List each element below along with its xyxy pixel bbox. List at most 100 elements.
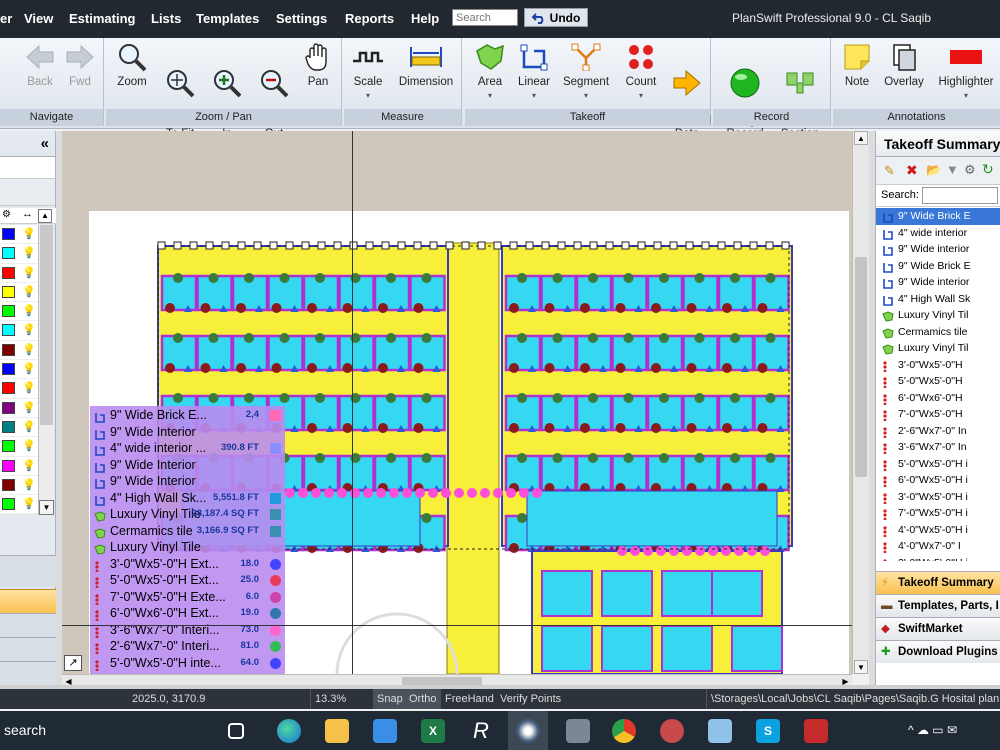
- layer-row[interactable]: 💡: [0, 302, 38, 322]
- takeoff-item[interactable]: 6'-0"Wx6'-0"H: [876, 390, 1000, 407]
- layer-row[interactable]: 💡: [0, 418, 38, 438]
- takeoff-item[interactable]: 3'-0"Wx5'-0"H: [876, 357, 1000, 374]
- undo-button[interactable]: Undo: [524, 8, 588, 27]
- takeoff-item[interactable]: 9" Wide interior: [876, 241, 1000, 258]
- bulb-icon[interactable]: 💡: [22, 246, 36, 259]
- file-explorer-icon[interactable]: [325, 719, 349, 743]
- properties-icon[interactable]: ✎: [884, 163, 895, 179]
- bulb-icon[interactable]: 💡: [22, 420, 36, 433]
- verify-points-toggle[interactable]: Verify Points: [496, 689, 565, 709]
- layer-row[interactable]: 💡: [0, 399, 38, 418]
- layer-color-swatch[interactable]: [2, 498, 15, 511]
- bulb-icon[interactable]: 💡: [22, 343, 36, 356]
- snap-toggle[interactable]: Snap: [373, 689, 407, 709]
- layer-color-swatch[interactable]: [2, 420, 15, 433]
- planswift-icon[interactable]: [516, 719, 540, 743]
- layer-row[interactable]: 💡: [0, 225, 38, 245]
- layer-color-swatch[interactable]: [2, 440, 15, 453]
- menu-templates[interactable]: Templates: [196, 11, 259, 26]
- takeoff-item[interactable]: 3'-6"Wx7'-0" In: [876, 439, 1000, 456]
- menu-file[interactable]: er: [0, 11, 12, 26]
- layer-row[interactable]: 💡: [0, 360, 38, 380]
- pan-button[interactable]: Pan: [298, 40, 338, 89]
- takeoff-item[interactable]: 4" wide interior: [876, 225, 1000, 242]
- layer-scrollbar[interactable]: ▼: [38, 225, 54, 515]
- collapse-panel-button[interactable]: «: [41, 135, 49, 152]
- filter-icon[interactable]: ▼: [946, 162, 959, 177]
- bulb-icon[interactable]: 💡: [22, 459, 36, 472]
- menu-estimating[interactable]: Estimating: [69, 11, 135, 26]
- resize-icon[interactable]: ↔: [22, 208, 33, 220]
- layer-row[interactable]: 💡: [0, 244, 38, 264]
- freehand-toggle[interactable]: FreeHand: [441, 689, 498, 709]
- bulb-icon[interactable]: 💡: [22, 227, 36, 240]
- layer-row[interactable]: 💡: [0, 457, 38, 476]
- layer-color-swatch[interactable]: [2, 228, 15, 240]
- layer-row[interactable]: 💡: [0, 495, 38, 515]
- takeoff-item[interactable]: Luxury Vinyl Til: [876, 340, 1000, 357]
- skype-icon[interactable]: S: [756, 719, 780, 743]
- note-button[interactable]: Note: [837, 40, 877, 89]
- acrobat-icon[interactable]: [804, 719, 828, 743]
- menu-help[interactable]: Help: [411, 11, 439, 26]
- layer-color-swatch[interactable]: [2, 382, 15, 395]
- chrome-icon[interactable]: [612, 719, 636, 743]
- layer-row[interactable]: 💡: [0, 476, 38, 496]
- excel-icon[interactable]: X: [421, 719, 445, 743]
- takeoff-item[interactable]: 5'-0"Wx5'-0"H: [876, 373, 1000, 390]
- accordion-takeoff-summary[interactable]: ⚡ Takeoff Summary: [876, 571, 1000, 594]
- bulb-icon[interactable]: 💡: [22, 323, 36, 336]
- linear-button[interactable]: Linear ▾: [513, 40, 555, 102]
- bulb-icon[interactable]: 💡: [22, 266, 36, 279]
- panel-search-input[interactable]: [922, 187, 998, 204]
- bulb-icon[interactable]: 💡: [22, 439, 36, 452]
- layer-row[interactable]: 💡: [0, 341, 38, 361]
- takeoff-item[interactable]: 3'-0"Wx5'-0"H i: [876, 489, 1000, 506]
- mail-icon[interactable]: [373, 719, 397, 743]
- scale-button[interactable]: Scale ▾: [348, 40, 388, 102]
- system-tray-icons[interactable]: ^ ☁ ▭ ✉: [908, 723, 957, 737]
- search-input[interactable]: [452, 9, 518, 26]
- layer-color-swatch[interactable]: [2, 401, 15, 414]
- takeoff-item[interactable]: 9" Wide Brick E: [876, 258, 1000, 275]
- bulb-icon[interactable]: 💡: [22, 401, 36, 414]
- layer-row[interactable]: 💡: [0, 437, 38, 457]
- layer-color-swatch[interactable]: [2, 478, 15, 491]
- bulb-icon[interactable]: 💡: [22, 381, 36, 394]
- dimension-button[interactable]: Dimension: [394, 40, 458, 89]
- takeoff-item[interactable]: 9" Wide interior: [876, 274, 1000, 291]
- vertical-scrollbar[interactable]: ▲ ▼: [852, 131, 869, 674]
- layer-color-swatch[interactable]: [2, 459, 15, 472]
- bulb-icon[interactable]: 💡: [22, 497, 36, 510]
- plan-canvas[interactable]: 9" Wide Brick E... 2,4 9" Wide Interior 4" …: [62, 131, 852, 674]
- bulb-icon[interactable]: 💡: [22, 285, 36, 298]
- bulb-icon[interactable]: 💡: [22, 478, 36, 491]
- menu-reports[interactable]: Reports: [345, 11, 394, 26]
- layer-color-swatch[interactable]: [2, 266, 15, 279]
- accordion-swiftmarket[interactable]: ◆ SwiftMarket: [876, 617, 1000, 640]
- edge-browser-icon[interactable]: [277, 719, 301, 743]
- takeoff-item[interactable]: 2'-6"Wx7'-0" In: [876, 423, 1000, 440]
- refresh-icon[interactable]: ↻: [982, 161, 994, 178]
- takeoff-item[interactable]: 5'-0"Wx5'-0"H i: [876, 456, 1000, 473]
- calculator-icon[interactable]: [566, 719, 590, 743]
- layer-row[interactable]: 💡: [0, 379, 38, 399]
- bulb-icon[interactable]: 💡: [22, 362, 36, 375]
- scroll-down-button[interactable]: ▼: [39, 500, 54, 515]
- overlay-button[interactable]: Overlay: [881, 40, 927, 89]
- revit-icon[interactable]: R: [469, 719, 493, 743]
- delete-icon[interactable]: ✖: [906, 162, 918, 179]
- layer-color-swatch[interactable]: [2, 285, 15, 298]
- menu-settings[interactable]: Settings: [276, 11, 327, 26]
- menu-view[interactable]: View: [24, 11, 53, 26]
- highlighter-button[interactable]: Highlighter ▾: [933, 40, 999, 102]
- takeoff-item[interactable]: 4" High Wall Sk: [876, 291, 1000, 308]
- folder-icon[interactable]: 📂: [926, 163, 941, 177]
- layer-color-swatch[interactable]: [2, 343, 15, 356]
- back-button[interactable]: Back: [20, 40, 60, 89]
- takeoff-item[interactable]: 7'-0"Wx5'-0"H i: [876, 505, 1000, 522]
- menu-lists[interactable]: Lists: [151, 11, 181, 26]
- forward-button[interactable]: Fwd: [60, 40, 100, 89]
- takeoff-item[interactable]: Luxury Vinyl Til: [876, 307, 1000, 324]
- layer-toggle-icon[interactable]: ⚙: [2, 209, 11, 220]
